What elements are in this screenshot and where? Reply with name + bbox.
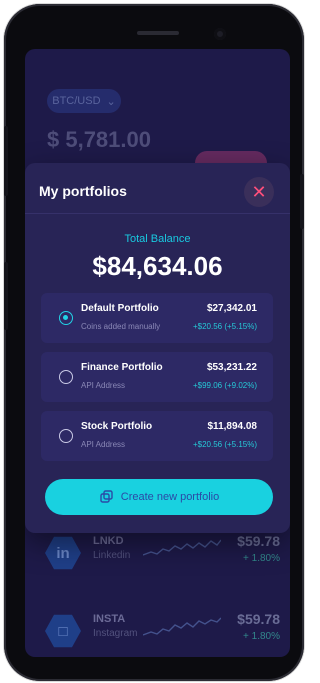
close-button[interactable]: ✕ (244, 177, 274, 207)
watchlist-row[interactable]: in LNKD Linkedin $59.78 + 1.80% (35, 529, 290, 577)
pair-selector[interactable]: BTC/USD ⌄ (47, 89, 121, 113)
front-camera (214, 28, 226, 40)
total-balance-label: Total Balance (124, 233, 191, 245)
radio-unselected[interactable] (59, 370, 73, 384)
portfolio-amount: $53,231.22 (206, 362, 257, 373)
portfolio-amount: $11,894.08 (207, 421, 258, 432)
portfolios-sheet: My portfolios ✕ Total Balance $84,634.06… (25, 163, 290, 533)
watchlist-price: $59.78 (237, 611, 280, 627)
instagram-icon: □ (45, 614, 81, 648)
phone-frame: BTC/USD ⌄ $ 5,781.00 in LNKD Linkedin $5… (4, 4, 304, 681)
copy-icon (100, 490, 113, 503)
portfolio-card-default[interactable]: Default Portfolio Coins added manually $… (41, 293, 273, 343)
divider (25, 213, 290, 214)
chevron-down-icon: ⌄ (106, 95, 116, 108)
bixby-button (4, 262, 8, 330)
linkedin-icon: in (45, 536, 81, 570)
portfolio-delta: +$20.56 (+5.15%) (192, 440, 257, 449)
app-screen: BTC/USD ⌄ $ 5,781.00 in LNKD Linkedin $5… (25, 49, 290, 657)
portfolio-amount: $27,342.01 (206, 303, 257, 314)
watchlist-symbol: LNKD (93, 535, 124, 547)
power-button (300, 174, 304, 229)
volume-button (4, 126, 8, 196)
main-price: $ 5,781.00 (47, 127, 151, 152)
watchlist-name: Linkedin (93, 550, 131, 561)
sparkline-chart (143, 539, 221, 556)
watchlist-row[interactable]: □ INSTA Instagram $59.78 + 1.80% (35, 607, 290, 655)
pair-selector-label: BTC/USD (52, 95, 101, 107)
watchlist-change: + 1.80% (243, 553, 280, 564)
portfolio-sub: Coins added manually (81, 322, 161, 331)
watchlist-name: Instagram (93, 628, 138, 639)
close-icon: ✕ (251, 182, 267, 202)
speaker (137, 31, 179, 35)
portfolio-name: Stock Portfolio (81, 421, 153, 432)
portfolio-delta: +$99.06 (+9.02%) (192, 381, 257, 390)
portfolio-name: Finance Portfolio (81, 362, 163, 373)
portfolio-delta: +$20.56 (+5.15%) (192, 322, 257, 331)
portfolio-card-stock[interactable]: Stock Portfolio API Address $11,894.08 +… (41, 411, 273, 461)
radio-unselected[interactable] (59, 429, 73, 443)
sheet-title: My portfolios (39, 183, 127, 199)
create-portfolio-button[interactable]: Create new portfolio (45, 479, 273, 515)
sparkline-chart (143, 617, 221, 636)
watchlist-change: + 1.80% (243, 631, 280, 642)
portfolio-sub: API Address (81, 381, 126, 390)
watchlist-price: $59.78 (237, 533, 280, 549)
portfolio-card-finance[interactable]: Finance Portfolio API Address $53,231.22… (41, 352, 273, 402)
total-balance-value: $84,634.06 (92, 251, 223, 281)
create-portfolio-label: Create new portfolio (120, 491, 220, 503)
radio-selected[interactable] (59, 311, 73, 325)
portfolio-name: Default Portfolio (81, 303, 159, 314)
portfolio-sub: API Address (81, 440, 126, 449)
watchlist-symbol: INSTA (93, 613, 126, 625)
